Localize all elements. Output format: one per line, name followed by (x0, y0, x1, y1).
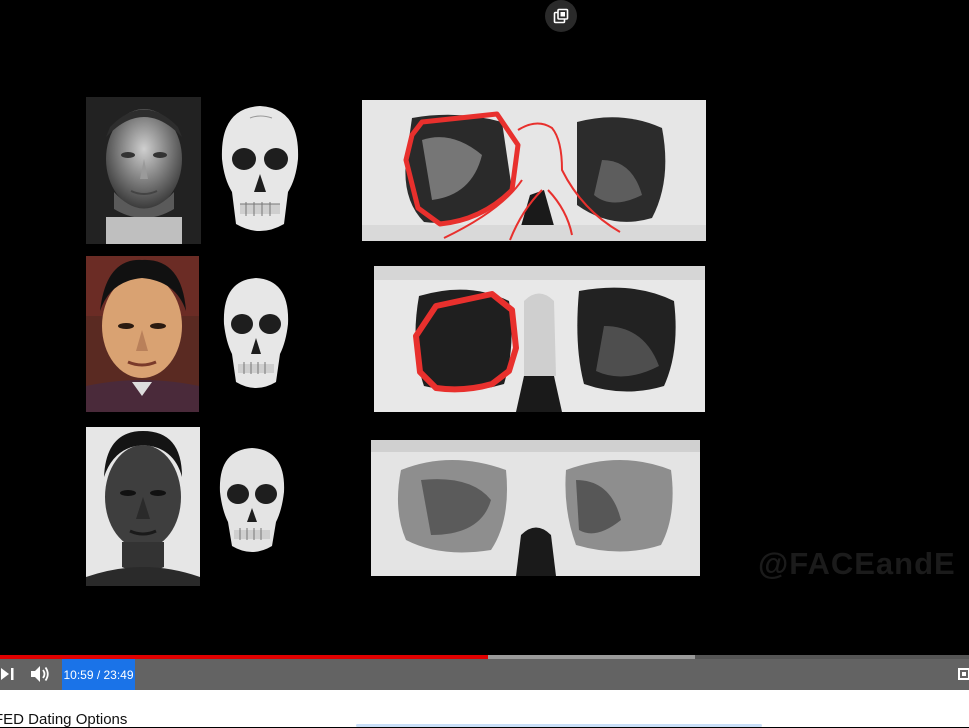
time-display: 10:59 / 23:49 (62, 659, 135, 690)
below-video-area: FED Dating Options (0, 690, 969, 728)
skull-image-3 (214, 446, 290, 558)
skip-next-icon (1, 668, 14, 680)
section-title: FED Dating Options (0, 711, 128, 728)
volume-button[interactable] (29, 664, 51, 684)
settings-button[interactable] (958, 664, 969, 684)
face-photo-1 (86, 97, 201, 244)
video-frame[interactable]: @FACEandE (0, 0, 969, 655)
skull-image-1 (216, 104, 304, 238)
ct-scan-3 (371, 440, 700, 576)
player-controls: 10:59 / 23:49 (0, 659, 969, 690)
miniplayer-button[interactable] (545, 0, 577, 32)
ct-scan-1 (362, 100, 706, 241)
picture-in-picture-icon (553, 8, 569, 24)
channel-watermark: @FACEandE (758, 546, 956, 581)
face-photo-2 (86, 256, 199, 412)
ct-scan-2 (374, 266, 705, 412)
volume-icon (31, 666, 49, 682)
face-photo-3 (86, 427, 200, 586)
settings-icon (958, 668, 969, 680)
next-button[interactable] (0, 664, 16, 684)
skull-image-2 (218, 276, 294, 394)
